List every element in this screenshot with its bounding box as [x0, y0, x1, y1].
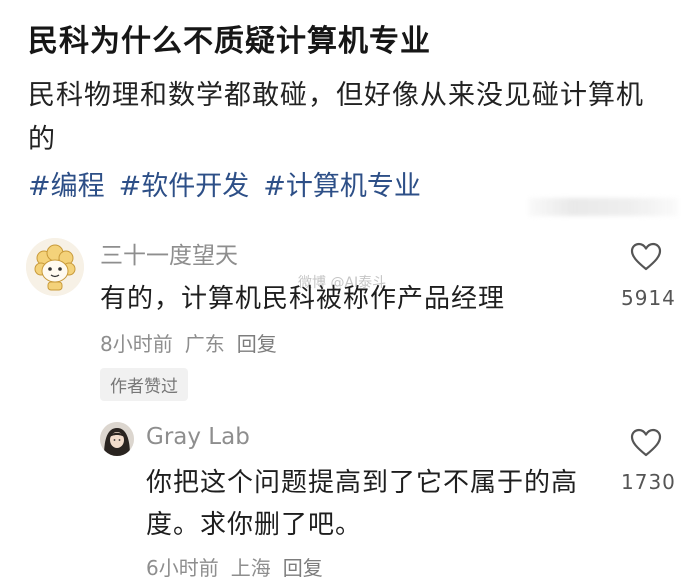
heart-outline-icon[interactable]: [630, 428, 662, 458]
reply-button[interactable]: 回复: [237, 328, 277, 357]
tag-computer-major[interactable]: #计算机专业: [263, 164, 421, 203]
tag-software-development[interactable]: #软件开发: [119, 164, 250, 203]
post-body: 民科物理和数学都敢碰，但好像从来没见碰计算机的: [28, 80, 644, 155]
comment-location: 广东: [184, 332, 225, 356]
avatar[interactable]: [100, 422, 134, 456]
comment-author[interactable]: Gray Lab: [146, 424, 250, 450]
comment-meta: 8小时前 广东 回复: [100, 328, 277, 357]
post-title: 民科为什么不质疑计算机专业: [28, 24, 431, 59]
blurred-region: [528, 198, 678, 216]
person-avatar-icon: [100, 422, 134, 456]
comment-author[interactable]: 三十一度望天: [100, 236, 238, 270]
sheep-avatar-icon: [26, 238, 84, 296]
tag-programming[interactable]: #编程: [28, 164, 105, 203]
like-count: 5914: [621, 286, 676, 310]
comment-text: 你把这个问题提高到了它不属于的高度。求你删了吧。: [146, 468, 579, 540]
like-count: 1730: [621, 470, 676, 494]
heart-outline-icon[interactable]: [630, 242, 662, 272]
author-liked-badge: 作者赞过: [100, 368, 188, 401]
avatar[interactable]: [26, 238, 84, 296]
comment-text: 有的，计算机民科被称作产品经理: [100, 284, 506, 314]
tag-list: #编程 #软件开发 #计算机专业: [28, 164, 421, 203]
comment-time: 8小时前: [100, 332, 173, 356]
